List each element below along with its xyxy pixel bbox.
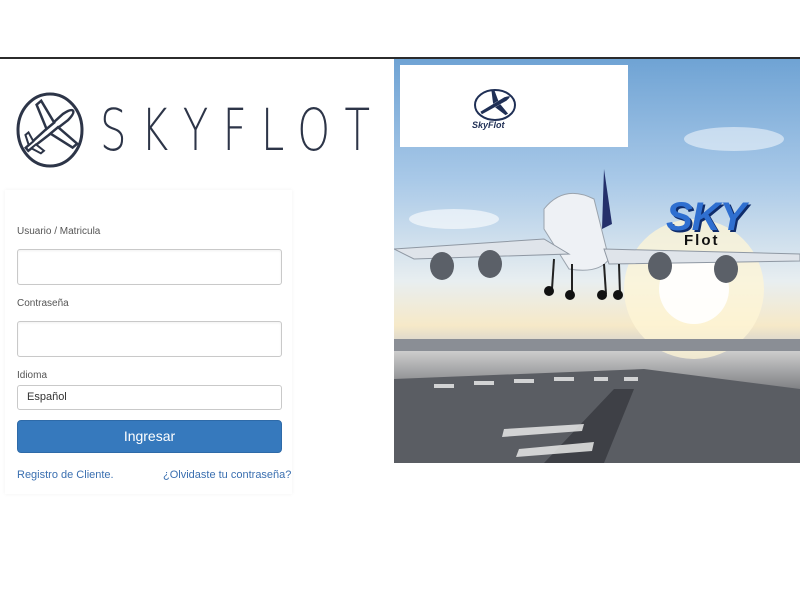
forgot-password-link[interactable]: ¿Olvidaste tu contraseña? [163,469,291,481]
airplane-circle-icon [474,89,516,121]
password-input[interactable] [17,321,282,357]
login-button[interactable]: Ingresar [17,420,282,453]
hero-sky-text: SKY [666,195,746,239]
logo-wordmark: SKYFLOT [100,96,385,164]
language-selected-value: Español [27,391,67,403]
password-label: Contraseña [17,298,69,309]
language-select[interactable]: Español [17,385,282,410]
hero-logo-card: SkyFlot [400,65,628,147]
hero-card-caption: SkyFlot [472,120,505,130]
username-input[interactable] [17,249,282,285]
airplane-circle-icon [16,92,84,168]
register-link[interactable]: Registro de Cliente. [17,469,114,481]
hero-image: SkyFlot SKY Flot [394,59,800,463]
username-label: Usuario / Matricula [17,226,101,237]
skyflot-logo: SKYFLOT [16,90,370,170]
language-label: Idioma [17,370,48,381]
hero-flot-text: Flot [684,232,720,249]
